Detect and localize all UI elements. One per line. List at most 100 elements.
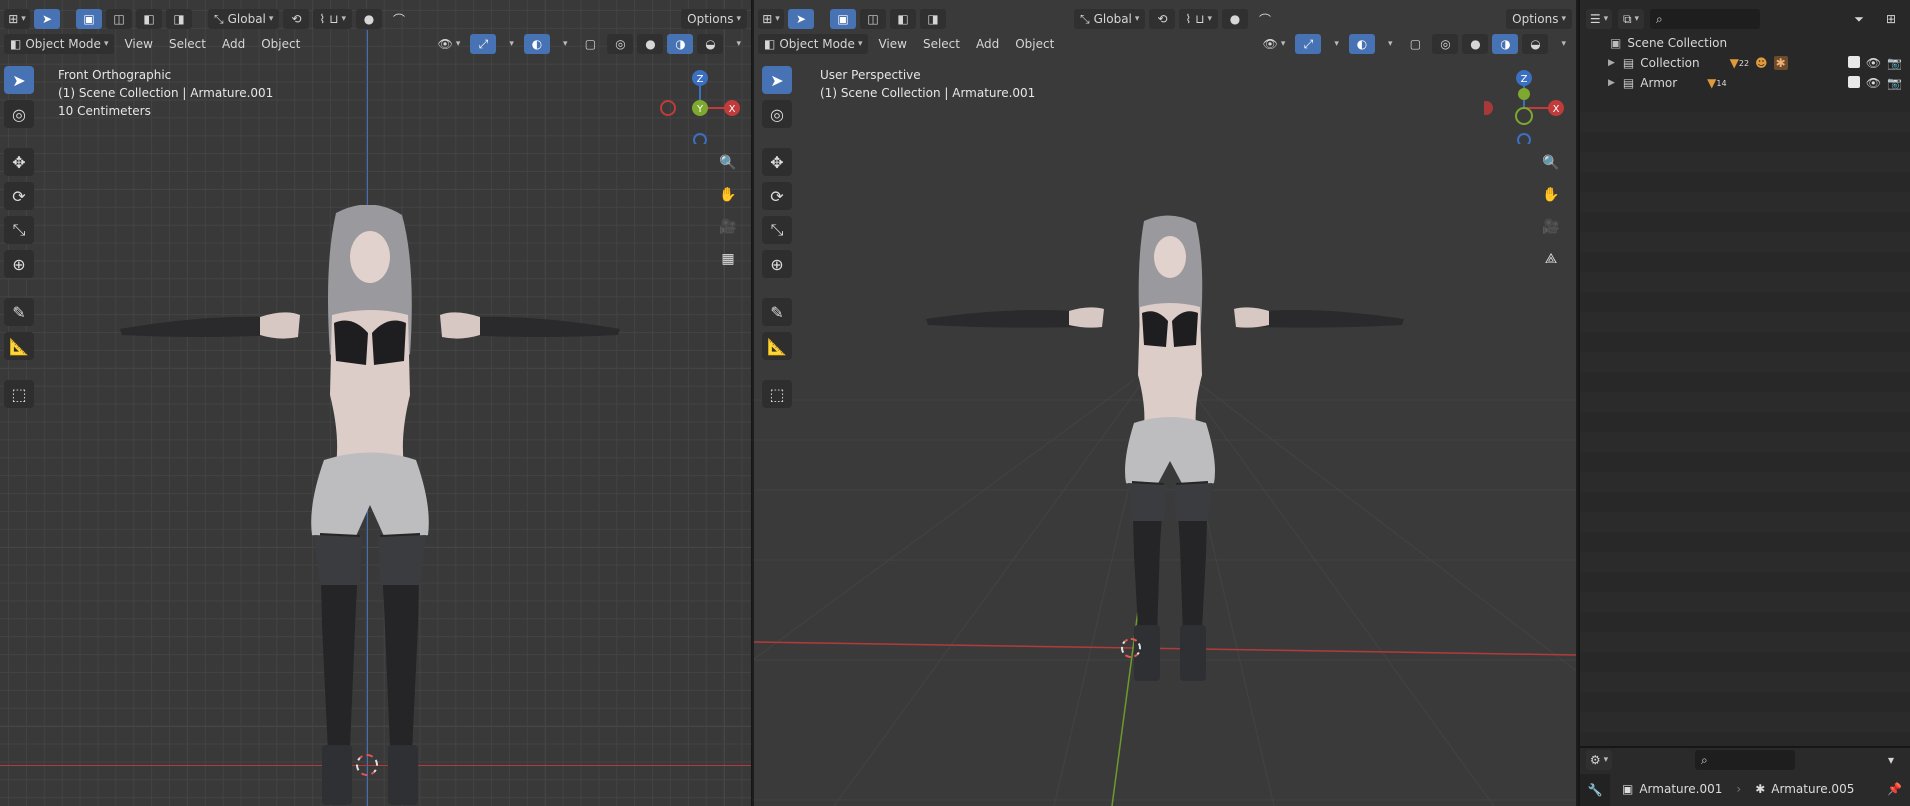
properties-search-input[interactable]: ⌕ (1695, 750, 1795, 770)
editor-type-button[interactable]: ⊞ ▾ (758, 9, 784, 29)
zoom-icon[interactable]: 🔍 (1538, 150, 1564, 176)
overlay-dropdown[interactable]: ▾ (1379, 34, 1399, 54)
camera-view-icon[interactable]: 🎥 (715, 214, 741, 240)
shading-dropdown[interactable]: ▾ (1552, 34, 1572, 54)
select-new-icon[interactable]: ▣ (76, 9, 102, 29)
select-mode-button[interactable]: ➤ (788, 9, 814, 29)
menu-view[interactable]: View (118, 34, 158, 54)
menu-add[interactable]: Add (216, 34, 251, 54)
camera-view-icon[interactable]: 🎥 (1538, 214, 1564, 240)
shading-rendered-icon[interactable]: ◒ (1522, 34, 1549, 54)
collapse-chevron-icon[interactable]: ▾ (1878, 750, 1904, 770)
visibility-icon[interactable]: 👁 ▾ (1257, 34, 1292, 54)
mode-dropdown[interactable]: ◧ Object Mode ▾ (4, 34, 115, 54)
menu-select[interactable]: Select (163, 34, 212, 54)
select-intersect-icon[interactable]: ◨ (166, 9, 192, 29)
snapping-icon[interactable]: ⌇ ⊔ ▾ (1179, 9, 1218, 29)
exclude-checkbox[interactable] (1847, 56, 1860, 68)
scale-tool-icon[interactable]: ⤡ (762, 216, 792, 244)
gizmo-neg-z-icon[interactable] (693, 133, 707, 144)
visibility-icon[interactable]: 👁 ▾ (432, 34, 467, 54)
exclude-checkbox[interactable] (1847, 76, 1860, 88)
mode-dropdown[interactable]: ◧ Object Mode ▾ (758, 34, 869, 54)
select-box-tool-icon[interactable]: ➤ (762, 66, 792, 94)
select-mode-button[interactable]: ➤ (34, 9, 60, 29)
xray-icon[interactable]: ▢ (577, 34, 603, 54)
overlay-dropdown[interactable]: ▾ (554, 34, 574, 54)
annotate-tool-icon[interactable]: ✎ (4, 298, 34, 326)
menu-object[interactable]: Object (255, 34, 306, 54)
navigation-gizmo[interactable]: Z Y X (660, 64, 740, 144)
transform-orientation-dropdown[interactable]: ⤡ Global ▾ (1074, 9, 1146, 29)
select-extend-icon[interactable]: ◫ (106, 9, 132, 29)
options-dropdown[interactable]: Options ▾ (1506, 9, 1572, 29)
eye-icon[interactable]: 👁 (1866, 76, 1881, 90)
rotate-tool-icon[interactable]: ⟳ (4, 182, 34, 210)
pivot-point-icon[interactable]: ⟲ (283, 9, 310, 29)
tool-properties-tab-icon[interactable]: 🔧 (1580, 774, 1610, 806)
falloff-icon[interactable]: ⌒ (1252, 9, 1278, 29)
shading-wireframe-icon[interactable]: ◎ (1432, 34, 1459, 54)
shading-dropdown[interactable]: ▾ (727, 34, 747, 54)
right-3d-viewport[interactable]: ⊞ ▾ ➤ ▣ ◫ ◧ ◨ ⤡ Global ▾ ⟲ ⌇ ⊔ ▾ ● ⌒ Option… (754, 0, 1576, 806)
menu-object[interactable]: Object (1009, 34, 1060, 54)
gizmo-neg-z-icon[interactable] (1517, 133, 1531, 144)
menu-select[interactable]: Select (917, 34, 966, 54)
move-tool-icon[interactable]: ✥ (762, 148, 792, 176)
snapping-icon[interactable]: ⌇ ⊔ ▾ (313, 9, 352, 29)
gizmo-neg-x-icon[interactable] (660, 100, 676, 116)
shading-solid-icon[interactable]: ● (1462, 34, 1489, 54)
properties-editor-type-button[interactable]: ⚙ ▾ (1586, 750, 1612, 770)
zoom-icon[interactable]: 🔍 (715, 150, 741, 176)
eye-icon[interactable]: 👁 (1866, 56, 1881, 70)
shading-material-icon[interactable]: ◑ (667, 34, 694, 54)
camera-render-icon[interactable]: 📷 (1887, 76, 1902, 90)
gizmo-neg-y-icon[interactable] (1515, 107, 1533, 125)
transform-tool-icon[interactable]: ⊕ (762, 250, 792, 278)
proportional-edit-icon[interactable]: ● (356, 9, 382, 29)
select-extend-icon[interactable]: ◫ (860, 9, 886, 29)
select-box-tool-icon[interactable]: ➤ (4, 66, 34, 94)
left-3d-viewport[interactable]: ⊞ ▾ ➤ ▣ ◫ ◧ ◨ ⤡ Global ▾ ⟲ ⌇ ⊔ ▾ ● ⌒ Option… (0, 0, 752, 806)
editor-type-button[interactable]: ⊞ ▾ (4, 9, 30, 29)
add-cube-tool-icon[interactable]: ⬚ (762, 380, 792, 408)
character-model[interactable] (904, 215, 1424, 685)
annotate-tool-icon[interactable]: ✎ (762, 298, 792, 326)
shading-solid-icon[interactable]: ● (637, 34, 664, 54)
transform-tool-icon[interactable]: ⊕ (4, 250, 34, 278)
expand-arrow-icon[interactable]: ▶ (1608, 58, 1615, 68)
gizmo-y-icon[interactable] (1518, 88, 1530, 100)
outliner-editor-type-button[interactable]: ☰ ▾ (1586, 9, 1612, 29)
gizmo-toggle-icon[interactable]: ⤢ (470, 34, 497, 54)
falloff-icon[interactable]: ⌒ (386, 9, 412, 29)
gizmo-dropdown[interactable]: ▾ (500, 34, 520, 54)
scene-collection-row[interactable]: ▣ Scene Collection (1580, 33, 1910, 53)
menu-add[interactable]: Add (970, 34, 1005, 54)
shading-wireframe-icon[interactable]: ◎ (607, 34, 634, 54)
options-dropdown[interactable]: Options ▾ (681, 9, 747, 29)
measure-tool-icon[interactable]: 📐 (762, 332, 792, 360)
shading-rendered-icon[interactable]: ◒ (697, 34, 724, 54)
gizmo-toggle-icon[interactable]: ⤢ (1295, 34, 1322, 54)
rotate-tool-icon[interactable]: ⟳ (762, 182, 792, 210)
select-new-icon[interactable]: ▣ (830, 9, 856, 29)
outliner-item-armor[interactable]: ▶ ▤ Armor ▼ 14 👁 📷 (1580, 73, 1910, 93)
measure-tool-icon[interactable]: 📐 (4, 332, 34, 360)
ortho-toggle-icon[interactable]: ▦ (715, 246, 741, 272)
select-subtract-icon[interactable]: ◧ (890, 9, 916, 29)
outliner-search-input[interactable]: ⌕ (1650, 9, 1760, 29)
outliner-item-collection[interactable]: ▶ ▤ Collection ▼ 22 ☻ ✱ 👁 📷 (1580, 53, 1910, 73)
proportional-edit-icon[interactable]: ● (1222, 9, 1248, 29)
move-tool-icon[interactable]: ✥ (4, 148, 34, 176)
cursor-tool-icon[interactable]: ◎ (4, 100, 34, 128)
pan-hand-icon[interactable]: ✋ (715, 182, 741, 208)
overlay-toggle-icon[interactable]: ◐ (523, 34, 550, 54)
overlay-toggle-icon[interactable]: ◐ (1348, 34, 1375, 54)
camera-render-icon[interactable]: 📷 (1887, 56, 1902, 70)
select-subtract-icon[interactable]: ◧ (136, 9, 162, 29)
add-cube-tool-icon[interactable]: ⬚ (4, 380, 34, 408)
select-intersect-icon[interactable]: ◨ (920, 9, 946, 29)
pin-icon[interactable]: 📌 (1887, 782, 1902, 796)
menu-view[interactable]: View (872, 34, 912, 54)
scale-tool-icon[interactable]: ⤡ (4, 216, 34, 244)
